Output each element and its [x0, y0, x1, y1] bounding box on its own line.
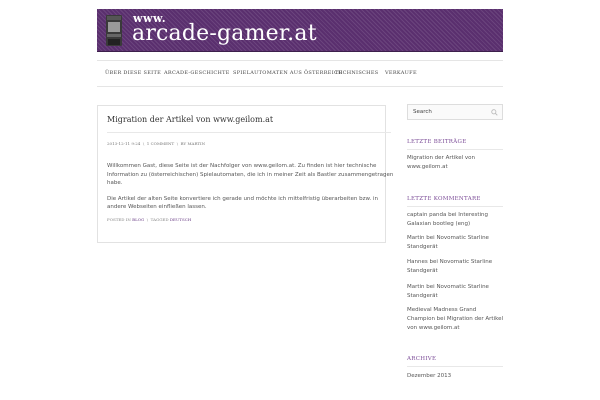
recent-post-link[interactable]: Migration der Artikel von www.geilom.at: [407, 154, 503, 172]
nav-item-verkaufe[interactable]: VERKAUFE: [385, 70, 417, 76]
arcade-cabinet-icon: [106, 15, 122, 46]
search-input[interactable]: [408, 105, 488, 119]
widget-divider: [407, 206, 503, 207]
post-body: Willkommen Gast, diese Seite ist der Nac…: [107, 162, 397, 219]
widget-divider: [407, 366, 503, 367]
tagged-label: TAGGED: [150, 217, 169, 222]
recent-comment-item[interactable]: Martin bei Novomatic Starline Standgerät: [407, 283, 503, 301]
post-title[interactable]: Migration der Artikel von www.geilom.at: [107, 115, 273, 124]
meta-separator: \: [142, 141, 145, 146]
recent-comment-item[interactable]: Hannes bei Novomatic Starline Standgerät: [407, 258, 503, 276]
recent-comments-title: LETZTE KOMMENTARE: [407, 196, 481, 202]
post-tag-link[interactable]: DEUTSCH: [170, 217, 191, 222]
blog-post: Migration der Artikel von www.geilom.at …: [97, 105, 393, 243]
posted-in-label: POSTED IN: [107, 217, 131, 222]
post-footer: POSTED IN BLOG \ TAGGED DEUTSCH: [107, 217, 191, 222]
post-comments-link[interactable]: 1 COMMENT: [147, 141, 174, 146]
post-author[interactable]: BY MARTIN: [181, 141, 205, 146]
archive-link[interactable]: Dezember 2013: [407, 372, 503, 381]
recent-comment-item[interactable]: Medieval Madness Grand Champion bei Migr…: [407, 306, 503, 333]
nav-item-arcade-geschichte[interactable]: ARCADE-GESCHICHTE: [164, 70, 230, 76]
main-navigation: ÜBER DIESE SEITE ARCADE-GESCHICHTE SPIEL…: [97, 60, 503, 87]
post-paragraph: Die Artikel der alten Seite konvertiere …: [107, 195, 378, 211]
site-header-banner[interactable]: www. arcade-gamer.at: [97, 9, 503, 52]
recent-comment-item[interactable]: Martin bei Novomatic Starline Standgerät: [407, 234, 503, 252]
recent-posts-title: LETZTE BEITRÄGE: [407, 139, 467, 145]
nav-item-ueber-diese-seite[interactable]: ÜBER DIESE SEITE: [105, 70, 161, 76]
nav-item-spielautomaten[interactable]: SPIELAUTOMATEN AUS ÖSTERREICH: [233, 70, 343, 76]
post-date[interactable]: 2013-12-11 9:24: [107, 141, 140, 146]
magnifier-icon[interactable]: [491, 109, 498, 116]
footer-separator: \: [146, 217, 149, 222]
archive-title: ARCHIVE: [407, 356, 437, 362]
site-title[interactable]: arcade-gamer.at: [132, 21, 317, 46]
search-box: [407, 104, 503, 120]
post-paragraph: Willkommen Gast, diese Seite ist der Nac…: [107, 163, 394, 186]
post-meta: 2013-12-11 9:24 \ 1 COMMENT \ BY MARTIN: [107, 141, 205, 146]
recent-comment-item[interactable]: captain panda bei Interesting Galaxian b…: [407, 211, 503, 229]
post-category-link[interactable]: BLOG: [132, 217, 144, 222]
post-title-divider: [107, 132, 391, 133]
widget-divider: [407, 149, 503, 150]
nav-item-technisches[interactable]: TECHNISCHES: [335, 70, 379, 76]
meta-separator: \: [176, 141, 179, 146]
